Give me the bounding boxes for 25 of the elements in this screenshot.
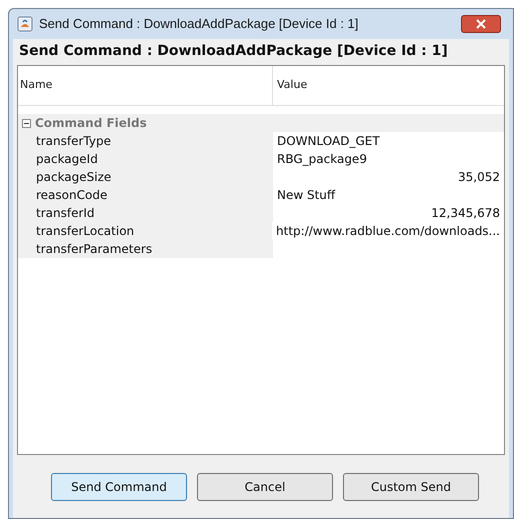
- property-value[interactable]: RBG_package9: [277, 150, 367, 168]
- close-icon: [476, 19, 486, 29]
- dialog-button[interactable]: Cancel: [197, 472, 333, 500]
- property-value[interactable]: DOWNLOAD_GET: [277, 132, 380, 150]
- collapse-icon[interactable]: [22, 118, 31, 128]
- property-value[interactable]: New Stuff: [277, 186, 336, 204]
- property-value[interactable]: 35,052: [458, 168, 500, 186]
- property-name: transferType: [18, 132, 273, 150]
- column-header[interactable]: Name: [18, 66, 273, 105]
- close-button[interactable]: [461, 15, 501, 33]
- dialog-button[interactable]: Custom Send: [343, 472, 479, 500]
- window-title: Send Command : DownloadAddPackage [Device Id : 1]: [39, 15, 358, 34]
- property-name: reasonCode: [18, 186, 273, 204]
- property-value[interactable]: http://www.radblue.com/downloads...: [276, 222, 500, 240]
- property-name: packageSize: [18, 168, 273, 186]
- dialog-heading: Send Command : DownloadAddPackage [Device Id : 1]: [18, 42, 449, 61]
- property-name: packageId: [18, 150, 273, 168]
- column-header[interactable]: Value: [273, 66, 504, 105]
- group-label: Command Fields: [35, 115, 147, 132]
- dialog-button[interactable]: Send Command: [51, 472, 187, 500]
- property-name: transferParameters: [18, 240, 273, 258]
- property-name: transferLocation: [18, 222, 272, 240]
- property-value[interactable]: 12,345,678: [431, 204, 500, 222]
- app-icon: [17, 16, 33, 32]
- property-name: transferId: [18, 204, 273, 222]
